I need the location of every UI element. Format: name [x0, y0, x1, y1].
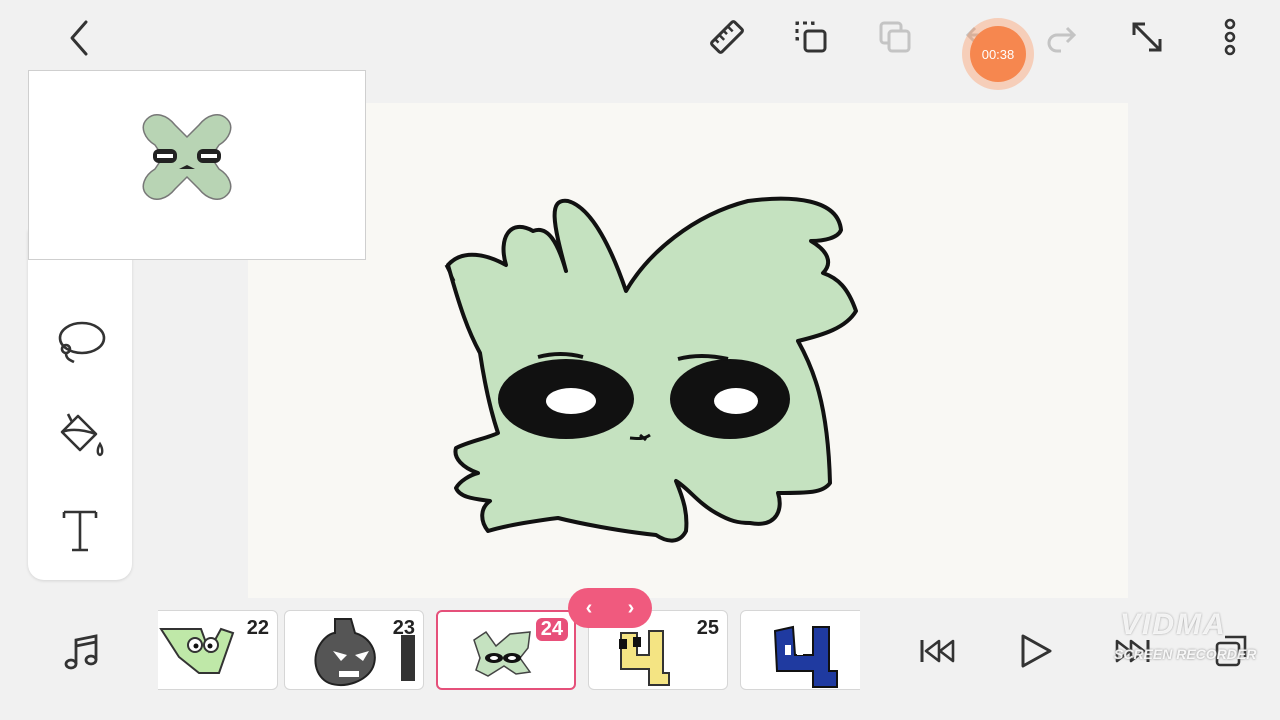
expand-icon — [1132, 22, 1162, 52]
play-icon — [1021, 634, 1052, 668]
duplicate-button[interactable] — [788, 14, 834, 60]
back-button[interactable] — [56, 16, 100, 60]
paint-bucket-icon — [60, 413, 104, 457]
watermark-subtitle: SCREEN RECORDER — [1114, 646, 1257, 662]
duplicate-icon — [795, 21, 827, 53]
frame-number: 23 — [392, 617, 415, 639]
copy-button[interactable] — [872, 14, 918, 60]
skip-to-start-icon — [920, 639, 955, 663]
recording-timer[interactable]: 00:38 — [962, 18, 1034, 90]
fill-tool-button[interactable] — [52, 408, 108, 464]
timeline-frame-selected[interactable]: 24 — [436, 610, 576, 690]
timeline-pager: ‹ › — [568, 588, 652, 628]
timeline-next-button[interactable]: › — [628, 597, 635, 620]
ruler-icon — [710, 20, 744, 54]
redo-icon — [1047, 26, 1077, 53]
lasso-icon — [58, 321, 106, 364]
timeline-frame[interactable]: 2 — [740, 610, 860, 690]
watermark-brand: VIDMA — [1120, 608, 1227, 641]
ruler-button[interactable] — [704, 14, 750, 60]
recording-timer-label: 00:38 — [970, 26, 1026, 82]
frame-number: 22 — [246, 617, 269, 639]
timeline-frame[interactable]: 22 — [158, 610, 278, 690]
music-button[interactable] — [56, 626, 108, 678]
redo-button[interactable] — [1040, 14, 1086, 60]
character-drawing — [444, 196, 858, 543]
frame-thumbnail — [773, 625, 838, 688]
more-options-button[interactable] — [1210, 14, 1250, 60]
timeline-prev-button[interactable]: ‹ — [586, 597, 593, 620]
drawing-canvas[interactable] — [248, 103, 1128, 598]
play-button[interactable] — [1008, 624, 1062, 678]
lasso-tool-button[interactable] — [52, 314, 108, 370]
frame-number: 24 — [535, 618, 568, 641]
text-tool-button[interactable] — [52, 502, 108, 558]
preview-character — [142, 114, 232, 200]
frame-number: 25 — [696, 617, 719, 639]
text-icon — [62, 510, 98, 552]
frame-timeline[interactable]: 22 23 24 25 2 — [158, 606, 860, 694]
chevron-left-icon — [70, 20, 88, 56]
music-icon — [64, 634, 98, 670]
copy-icon — [879, 21, 911, 53]
timeline-frame[interactable]: 23 — [284, 610, 424, 690]
preview-window[interactable] — [28, 70, 366, 260]
more-vertical-icon — [1224, 18, 1236, 56]
skip-to-start-button[interactable] — [912, 626, 962, 676]
expand-button[interactable] — [1124, 14, 1170, 60]
tool-panel — [28, 230, 132, 580]
